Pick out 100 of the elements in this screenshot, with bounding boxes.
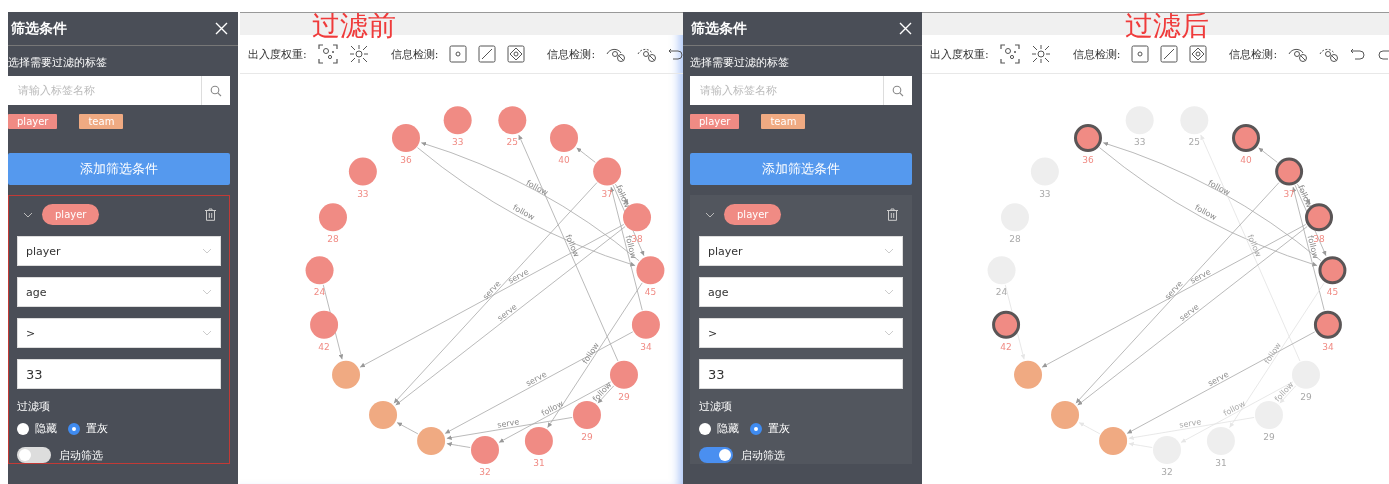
graph-node[interactable] [471, 436, 499, 464]
edge-label: follow [1296, 183, 1314, 210]
focus-frame-icon[interactable] [999, 44, 1020, 64]
value-input[interactable]: 33 [17, 359, 221, 389]
node-label: 29 [581, 432, 593, 442]
radio-option[interactable]: 置灰 [68, 421, 108, 436]
graph-node[interactable] [443, 106, 472, 135]
undo-icon[interactable] [668, 46, 683, 62]
graph-node[interactable] [1014, 360, 1043, 389]
graph-node[interactable] [1254, 401, 1283, 429]
edge-label: follow [1245, 233, 1264, 259]
search-button[interactable] [883, 76, 912, 105]
collapse-chevron-icon[interactable] [705, 211, 715, 218]
graph-node[interactable] [332, 360, 361, 389]
node-label: 31 [533, 458, 545, 468]
node-label: 24 [995, 287, 1008, 298]
select-field[interactable]: age [17, 277, 221, 307]
graph-node[interactable] [369, 401, 398, 429]
graph-node[interactable] [524, 427, 553, 455]
node-label: 29 [1300, 391, 1312, 402]
tag-pill: player [42, 204, 100, 225]
close-icon[interactable] [215, 22, 228, 35]
filter-label: 过滤项 [17, 399, 51, 414]
graph-node[interactable] [305, 256, 334, 285]
diamond-square-icon[interactable] [507, 45, 526, 63]
graph-node[interactable] [1051, 401, 1080, 429]
radio-label: 置灰 [86, 421, 108, 436]
node-label: 32 [1161, 467, 1173, 477]
search-button[interactable] [201, 76, 230, 105]
node-label: 34 [640, 341, 652, 352]
radio-option[interactable]: 置灰 [750, 421, 790, 436]
graph-node[interactable] [1074, 124, 1102, 152]
graph-node[interactable] [348, 157, 377, 186]
graph-node[interactable] [1232, 124, 1260, 152]
toggle-switch[interactable] [699, 447, 733, 463]
node-label: 31 [1215, 458, 1227, 468]
graph-node[interactable] [1206, 427, 1235, 455]
close-icon[interactable] [899, 22, 912, 35]
select-field[interactable]: > [17, 318, 221, 348]
graph-node[interactable] [1313, 310, 1342, 339]
graph-node[interactable] [636, 256, 665, 285]
search-icon [210, 84, 222, 97]
graph-node[interactable] [1153, 436, 1181, 464]
diamond-square-icon[interactable] [1189, 45, 1208, 63]
value-input[interactable]: 33 [699, 359, 903, 389]
undo-icon[interactable] [1350, 46, 1367, 62]
node-label: 33 [1133, 137, 1146, 148]
toolbar-label: 信息检测: [390, 46, 439, 62]
node-square-icon[interactable] [449, 45, 468, 63]
radio-label: 隐藏 [35, 421, 57, 436]
select-field[interactable]: > [699, 318, 903, 348]
dropdown-caret-icon [884, 330, 894, 336]
dropdown-caret-icon [202, 248, 212, 254]
toggle-label: 启动筛选 [59, 447, 103, 463]
node-label: 33 [1039, 188, 1051, 199]
node-label: 42 [1000, 341, 1012, 352]
select-field[interactable]: player [17, 236, 221, 266]
search-icon [892, 84, 904, 97]
graph-node[interactable] [498, 106, 527, 135]
toolbar-label: 出入度权重: [930, 46, 989, 62]
focus-frame-icon[interactable] [317, 44, 338, 64]
graph-node[interactable] [392, 124, 420, 152]
graph-node[interactable] [1275, 157, 1304, 186]
graph-node[interactable] [550, 124, 578, 152]
select-field[interactable]: age [699, 277, 903, 307]
edge-square-icon[interactable] [1160, 45, 1179, 63]
node-label: 24 [313, 287, 326, 298]
dropdown-caret-icon [884, 289, 894, 295]
radio-option[interactable]: 隐藏 [17, 421, 57, 436]
trash-icon[interactable] [887, 208, 898, 221]
toggle-label: 启动筛选 [741, 447, 785, 463]
node-label: 28 [327, 234, 339, 245]
radio-option[interactable]: 隐藏 [699, 421, 739, 436]
graph-node[interactable] [593, 157, 622, 186]
tag-search-field[interactable]: 请输入标签名称 [690, 76, 883, 105]
graph-node[interactable] [319, 203, 347, 232]
edge-square-icon[interactable] [478, 45, 497, 63]
node-square-icon[interactable] [1131, 45, 1150, 63]
toggle-switch[interactable] [17, 447, 51, 463]
tag-prompt: 选择需要过滤的标签 [8, 55, 108, 70]
sidebar-title: 筛选条件 [11, 19, 67, 38]
select-field[interactable]: player [699, 236, 903, 266]
graph-node[interactable] [1099, 427, 1128, 455]
tag-search-field[interactable]: 请输入标签名称 [8, 76, 201, 105]
edge-label: follow [614, 183, 632, 210]
graph-node[interactable] [992, 310, 1021, 339]
collapse-chevron-icon[interactable] [23, 211, 33, 218]
node-label: 42 [318, 341, 330, 352]
dropdown-caret-icon [884, 248, 894, 254]
graph-node[interactable] [572, 401, 601, 429]
graph-node[interactable] [1318, 256, 1347, 285]
graph-node[interactable] [631, 310, 660, 339]
node-label: 25 [506, 137, 519, 148]
graph-node[interactable] [609, 360, 638, 389]
trash-icon[interactable] [205, 208, 216, 221]
graph-node[interactable] [310, 310, 339, 339]
graph-node[interactable] [417, 427, 446, 455]
tag-pill: player [724, 204, 782, 225]
edge-label: serve [1178, 417, 1202, 430]
graph-node[interactable] [1180, 106, 1209, 135]
